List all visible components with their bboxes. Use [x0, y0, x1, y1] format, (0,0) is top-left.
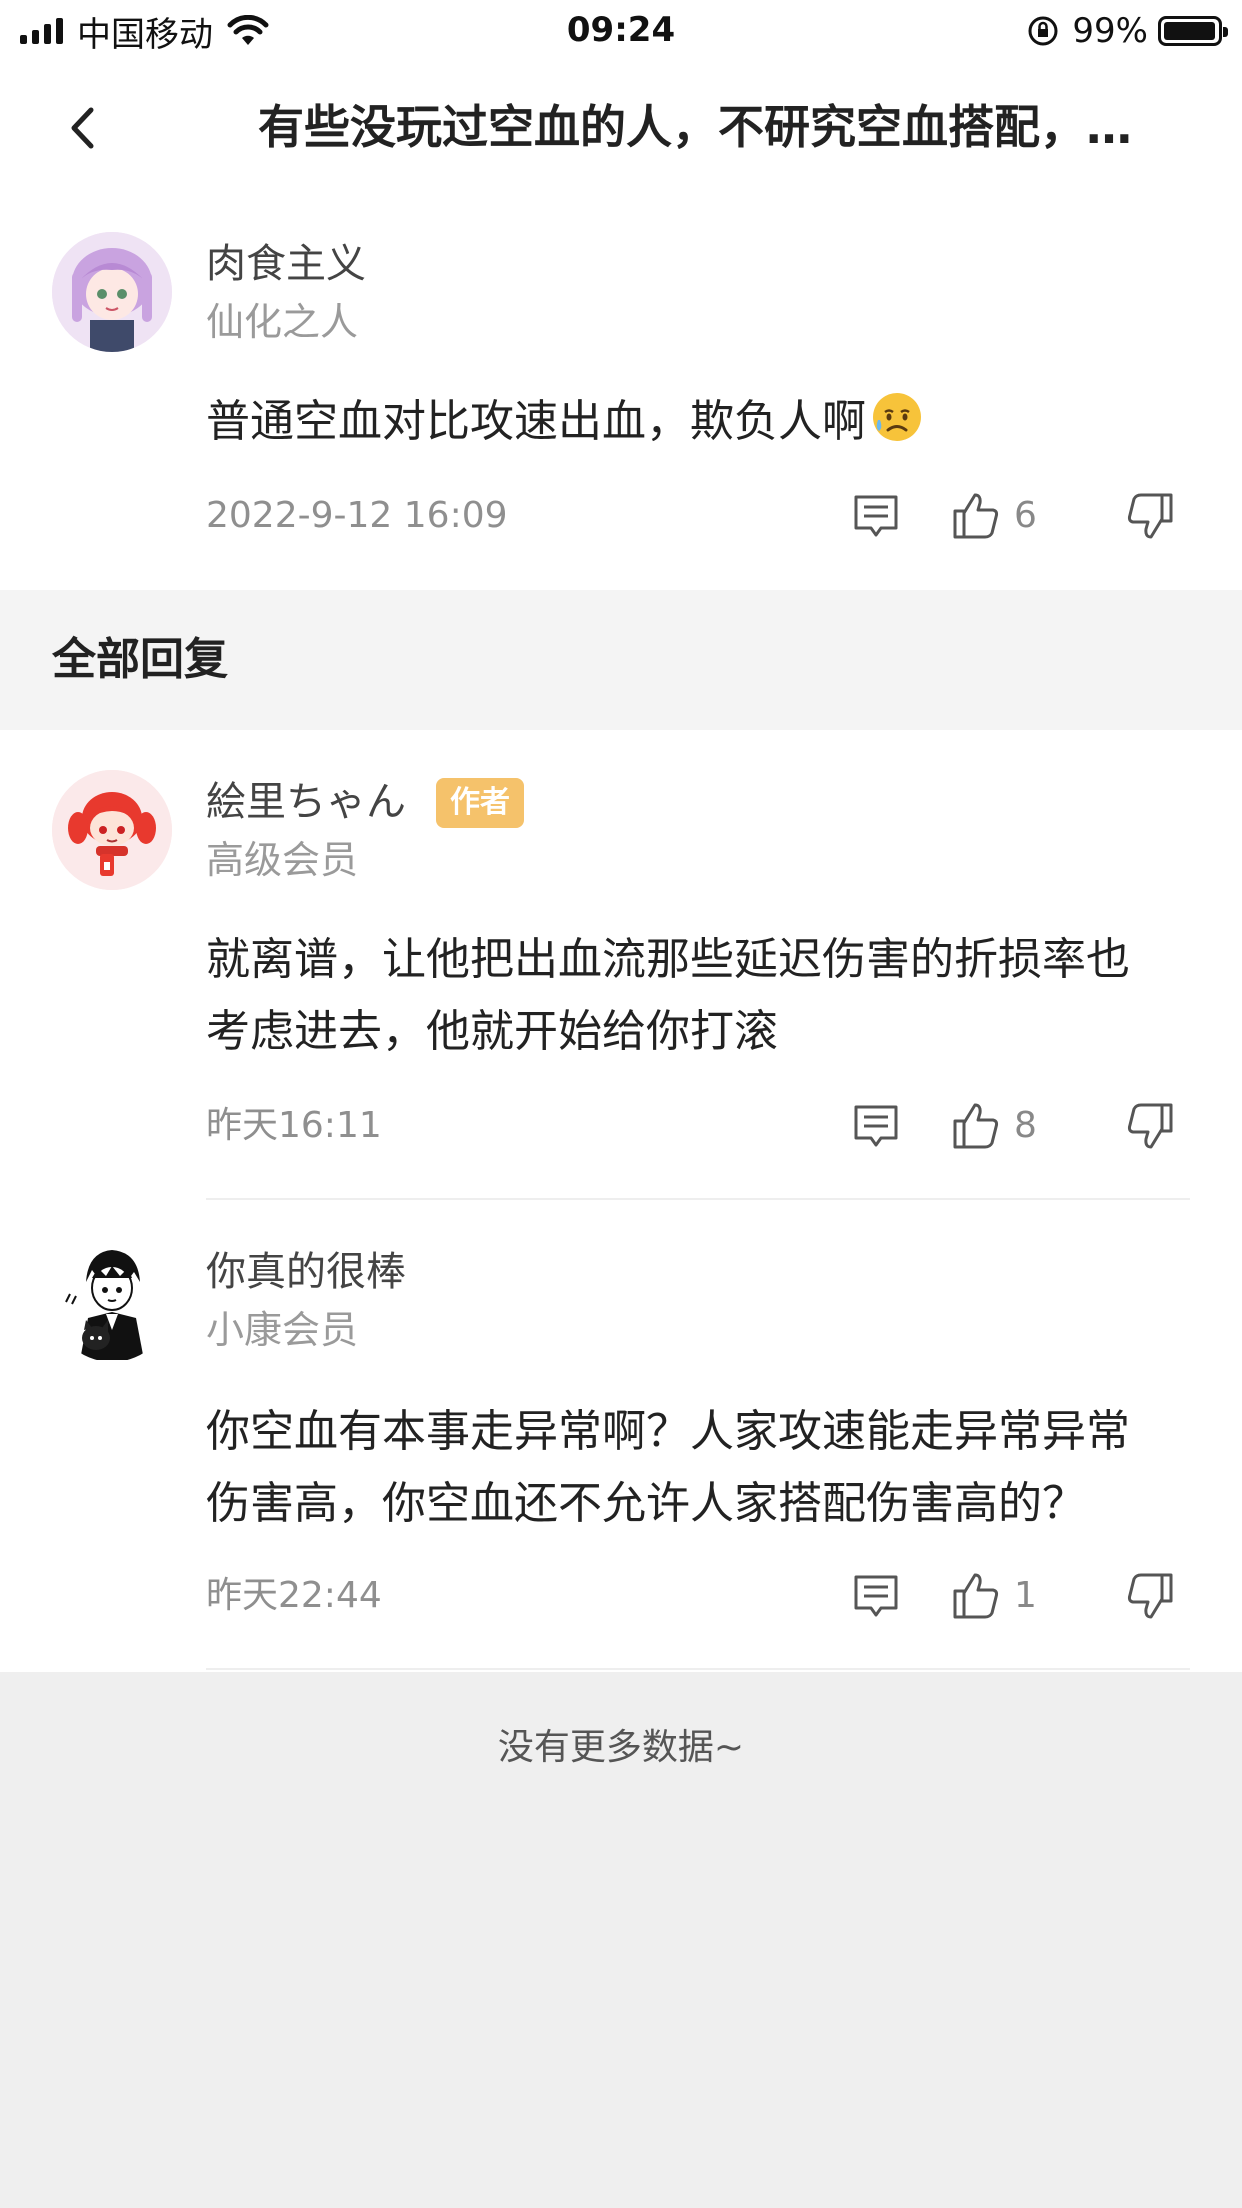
- user-level: 小康会员: [206, 1308, 359, 1352]
- navigation-bar: 有些没玩过空血的人，不研究空血搭配，…: [0, 64, 1242, 192]
- avatar[interactable]: [52, 1242, 172, 1362]
- dislike-button[interactable]: [1122, 1568, 1178, 1624]
- divider: [206, 1198, 1190, 1200]
- like-count: 6: [1014, 495, 1037, 536]
- reply-date: 昨天22:44: [206, 1575, 382, 1616]
- replies-section-title: 全部回复: [52, 634, 228, 685]
- dislike-button[interactable]: [1122, 488, 1178, 544]
- thumbs-up-icon: [953, 493, 999, 539]
- page-title: 有些没玩过空血的人，不研究空血搭配，…: [258, 100, 1132, 154]
- comment-icon: [854, 1105, 898, 1147]
- comment-text-body: 普通空血对比攻速出血，欺负人啊: [206, 396, 866, 447]
- avatar[interactable]: [52, 232, 172, 352]
- dislike-button[interactable]: [1122, 1098, 1178, 1154]
- back-button[interactable]: [50, 96, 114, 160]
- thumbs-down-icon: [1127, 1103, 1173, 1149]
- reply-button[interactable]: [848, 488, 904, 544]
- like-count: 8: [1014, 1105, 1037, 1146]
- username[interactable]: 絵里ちゃん: [206, 774, 406, 830]
- comment-date: 2022-9-12 16:09: [206, 495, 508, 536]
- status-bar-right: 99%: [1026, 10, 1228, 52]
- orientation-lock-icon: [1028, 16, 1058, 46]
- reply-text-line-2: 考虑进去，他就开始给你打滚: [206, 1006, 778, 1057]
- no-more-data-text: 没有更多数据~: [497, 1727, 745, 1768]
- avatar[interactable]: [52, 770, 172, 890]
- reply-button[interactable]: [848, 1098, 904, 1154]
- comment-detail-page: 中国移动 09:24 99% 有些没玩过空血的人，不研究空血搭配，… 肉食主义 …: [0, 0, 1242, 2208]
- anime-girl-avatar-icon: [52, 232, 172, 352]
- red-hair-chibi-avatar-icon: [52, 770, 172, 890]
- like-count: 1: [1014, 1575, 1037, 1616]
- thumbs-up-icon: [953, 1573, 999, 1619]
- reply-text-line-2: 伤害高，你空血还不允许人家搭配伤害高的？: [206, 1478, 1086, 1529]
- manga-boy-cat-avatar-icon: [52, 1242, 172, 1362]
- user-level: 高级会员: [206, 838, 359, 882]
- sad-sweat-face-icon: [873, 393, 921, 441]
- like-button[interactable]: [948, 1098, 1004, 1154]
- thumbs-down-icon: [1127, 493, 1173, 539]
- comment-text: 普通空血对比攻速出血，欺负人啊: [206, 386, 1196, 458]
- reply-text-line-1: 就离谱，让他把出血流那些延迟伤害的折损率也: [206, 934, 1130, 985]
- comment-icon: [854, 1575, 898, 1617]
- divider: [206, 1668, 1190, 1670]
- author-badge: 作者: [436, 778, 524, 828]
- reply-button[interactable]: [848, 1568, 904, 1624]
- reply-date: 昨天16:11: [206, 1105, 382, 1146]
- battery-percent: 99%: [1072, 11, 1148, 51]
- thumbs-up-icon: [953, 1103, 999, 1149]
- reply-text-line-1: 你空血有本事走异常啊？人家攻速能走异常异常: [206, 1406, 1130, 1457]
- user-level: 仙化之人: [206, 300, 359, 344]
- username[interactable]: 肉食主义: [206, 236, 366, 292]
- thumbs-down-icon: [1127, 1573, 1173, 1619]
- original-post-section: 肉食主义 仙化之人 普通空血对比攻速出血，欺负人啊 2022-9-12 16:0…: [0, 192, 1242, 590]
- like-button[interactable]: [948, 1568, 1004, 1624]
- comment-icon: [854, 495, 898, 537]
- replies-section: 絵里ちゃん 作者 高级会员 就离谱，让他把出血流那些延迟伤害的折损率也 考虑进去…: [0, 730, 1242, 1672]
- username[interactable]: 你真的很棒: [206, 1244, 406, 1300]
- chevron-left-icon: [71, 107, 94, 149]
- like-button[interactable]: [948, 488, 1004, 544]
- status-bar: 中国移动 09:24 99%: [0, 0, 1242, 64]
- battery-icon: [1158, 16, 1228, 46]
- replies-header: 全部回复: [0, 590, 1242, 730]
